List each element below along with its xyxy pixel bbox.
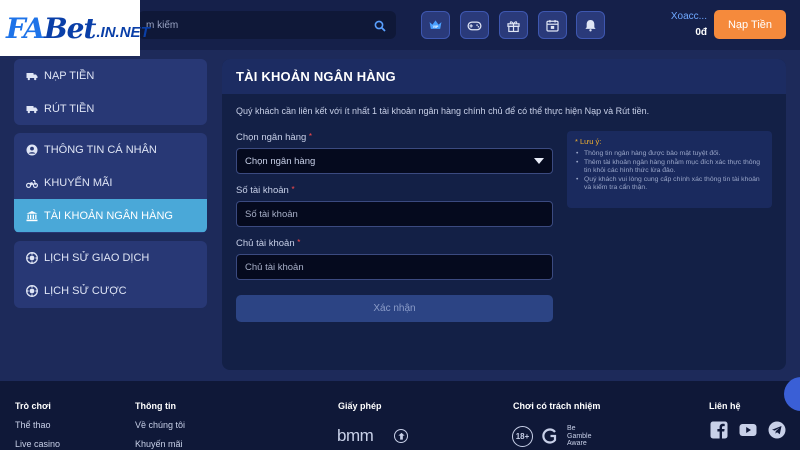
- sidebar-item-label: THÔNG TIN CÁ NHÂN: [44, 143, 157, 156]
- begamble-line: Aware: [567, 440, 587, 447]
- notification-button[interactable]: [576, 11, 605, 39]
- footer-link-live-casino[interactable]: Live casino: [15, 439, 60, 449]
- bank-label-text: Chọn ngân hàng: [236, 132, 307, 143]
- gamcare-logo[interactable]: [541, 427, 559, 445]
- sidebar-item-label: LỊCH SỬ GIAO DỊCH: [44, 251, 150, 264]
- sidebar-item-withdraw[interactable]: RÚT TIỀN: [14, 92, 207, 125]
- account-number-label-text: Số tài khoản: [236, 185, 289, 196]
- sidebar-item-label: KHUYẾN MÃI: [44, 176, 113, 189]
- footer-license-title: Giấy phép: [338, 401, 382, 411]
- note-item: Thông tin ngân hàng được bảo mật tuyệt đ…: [575, 150, 764, 159]
- footer-games-title: Trò chơi: [15, 401, 51, 411]
- footer-contact: Liên hệ: [709, 401, 741, 411]
- truck-icon: [26, 103, 38, 115]
- search-icon[interactable]: [374, 19, 386, 32]
- bell-icon: [585, 19, 596, 31]
- confirm-button[interactable]: Xác nhận: [236, 295, 553, 322]
- vip-button[interactable]: VIP: [421, 11, 450, 39]
- account-number-label: Số tài khoản *: [236, 185, 295, 196]
- footer-link-sports[interactable]: Thể thao: [15, 420, 60, 430]
- required-star: *: [297, 238, 301, 247]
- begambleaware-logo[interactable]: Be Gamble Aware: [567, 425, 592, 448]
- sidebar-item-label: RÚT TIỀN: [44, 102, 95, 115]
- sidebar-group-history: LỊCH SỬ GIAO DỊCH LỊCH SỬ CƯỢC: [14, 241, 207, 308]
- footer-license: Giấy phép: [338, 401, 382, 411]
- search-input[interactable]: [146, 19, 374, 31]
- sidebar-item-label: TÀI KHOẢN NGÂN HÀNG: [44, 209, 173, 222]
- account-holder-field: [236, 254, 553, 280]
- footer-responsible-title: Chơi có trách nhiệm: [513, 401, 601, 411]
- bank-select-value: Chọn ngân hàng: [245, 155, 316, 167]
- motorbike-icon: [26, 177, 38, 189]
- top-header: FABet.IN.NET VIP Xoacc... 0đ Nạp Tiền: [0, 0, 800, 56]
- calendar-button[interactable]: [538, 11, 567, 39]
- footer-games: Trò chơi Thể thao Live casino: [15, 401, 60, 449]
- sidebar-group-account: THÔNG TIN CÁ NHÂN KHUYẾN MÃI TÀI KHOẢN N…: [14, 133, 207, 233]
- games-button[interactable]: [460, 11, 489, 39]
- begamble-line: Gamble: [567, 432, 592, 440]
- footer-info: Thông tin Về chúng tôi Khuyến mãi: [135, 401, 185, 449]
- bmm-logo[interactable]: bmm: [337, 426, 374, 446]
- sidebar-item-deposit[interactable]: NẠP TIỀN: [14, 59, 207, 92]
- truck-icon: [26, 70, 38, 82]
- user-circle-icon: [26, 144, 38, 156]
- required-star: *: [308, 132, 313, 141]
- license-seal-icon[interactable]: [394, 429, 408, 443]
- note-list: Thông tin ngân hàng được bảo mật tuyệt đ…: [575, 150, 764, 193]
- caret-down-icon: [534, 158, 544, 164]
- sidebar-item-promotions[interactable]: KHUYẾN MÃI: [14, 166, 207, 199]
- logo-text-bet: Bet: [43, 11, 96, 45]
- bank-icon: [26, 210, 38, 222]
- sidebar-item-bank-account[interactable]: TÀI KHOẢN NGÂN HÀNG: [14, 199, 207, 232]
- note-title: * Lưu ý:: [575, 137, 602, 146]
- sidebar-item-label: LỊCH SỬ CƯỢC: [44, 284, 127, 297]
- begamble-line: Be: [567, 425, 576, 432]
- page-title: TÀI KHOẢN NGÂN HÀNG: [222, 59, 786, 94]
- footer-link-about[interactable]: Về chúng tôi: [135, 420, 185, 430]
- gamepad-icon: [467, 20, 482, 30]
- account-holder-input[interactable]: [245, 261, 544, 273]
- sidebar-item-profile[interactable]: THÔNG TIN CÁ NHÂN: [14, 133, 207, 166]
- account-number-input[interactable]: [245, 208, 544, 220]
- note-item: Quý khách vui lòng cung cấp chính xác th…: [575, 176, 764, 193]
- footer-info-title: Thông tin: [135, 401, 176, 411]
- telegram-icon[interactable]: [768, 421, 786, 439]
- age-18-badge[interactable]: 18+: [512, 426, 533, 447]
- note-box: * Lưu ý: Thông tin ngân hàng được bảo mậ…: [567, 131, 772, 208]
- sidebar-item-label: NẠP TIỀN: [44, 69, 95, 82]
- note-item: Thêm tài khoản ngân hàng nhằm mục đích x…: [575, 159, 764, 176]
- account-number-field: [236, 201, 553, 227]
- youtube-icon[interactable]: [739, 421, 757, 439]
- balance: 0đ: [695, 27, 707, 38]
- account-holder-label-text: Chủ tài khoản: [236, 238, 295, 249]
- logo-text-fa: FA: [6, 11, 45, 45]
- vip-icon: VIP: [429, 19, 442, 29]
- required-star: *: [291, 185, 295, 194]
- sidebar-group-wallet: NẠP TIỀN RÚT TIỀN: [14, 59, 207, 125]
- account-holder-label: Chủ tài khoản *: [236, 238, 300, 249]
- gift-icon: [507, 20, 520, 32]
- gift-button[interactable]: [499, 11, 528, 39]
- sidebar-item-bet-history[interactable]: LỊCH SỬ CƯỢC: [14, 274, 207, 307]
- footer-responsible: Chơi có trách nhiệm: [513, 401, 600, 411]
- deposit-button[interactable]: Nạp Tiền: [714, 10, 786, 39]
- bank-account-panel: TÀI KHOẢN NGÂN HÀNG Quý khách cần liên k…: [222, 59, 786, 370]
- footer-link-promotions[interactable]: Khuyến mãi: [135, 439, 185, 449]
- footer-contact-title: Liên hệ: [709, 401, 741, 411]
- facebook-icon[interactable]: [710, 421, 728, 439]
- intro-text: Quý khách cần liên kết với ít nhất 1 tài…: [236, 106, 650, 116]
- search-box: [138, 11, 396, 39]
- vip-icon-text: VIP: [433, 25, 439, 29]
- chip-icon: [26, 284, 38, 297]
- bank-label: Chọn ngân hàng *: [236, 132, 312, 143]
- chip-icon: [26, 251, 38, 264]
- bank-select[interactable]: Chọn ngân hàng: [236, 148, 553, 174]
- calendar-icon: [546, 19, 559, 32]
- logo-domain: .IN.NET: [96, 23, 150, 41]
- user-info[interactable]: Xoacc... 0đ: [671, 11, 707, 38]
- username[interactable]: Xoacc...: [671, 11, 707, 22]
- sidebar-item-transaction-history[interactable]: LỊCH SỬ GIAO DỊCH: [14, 241, 207, 274]
- brand-logo[interactable]: FA Bet .IN.NET: [0, 0, 150, 56]
